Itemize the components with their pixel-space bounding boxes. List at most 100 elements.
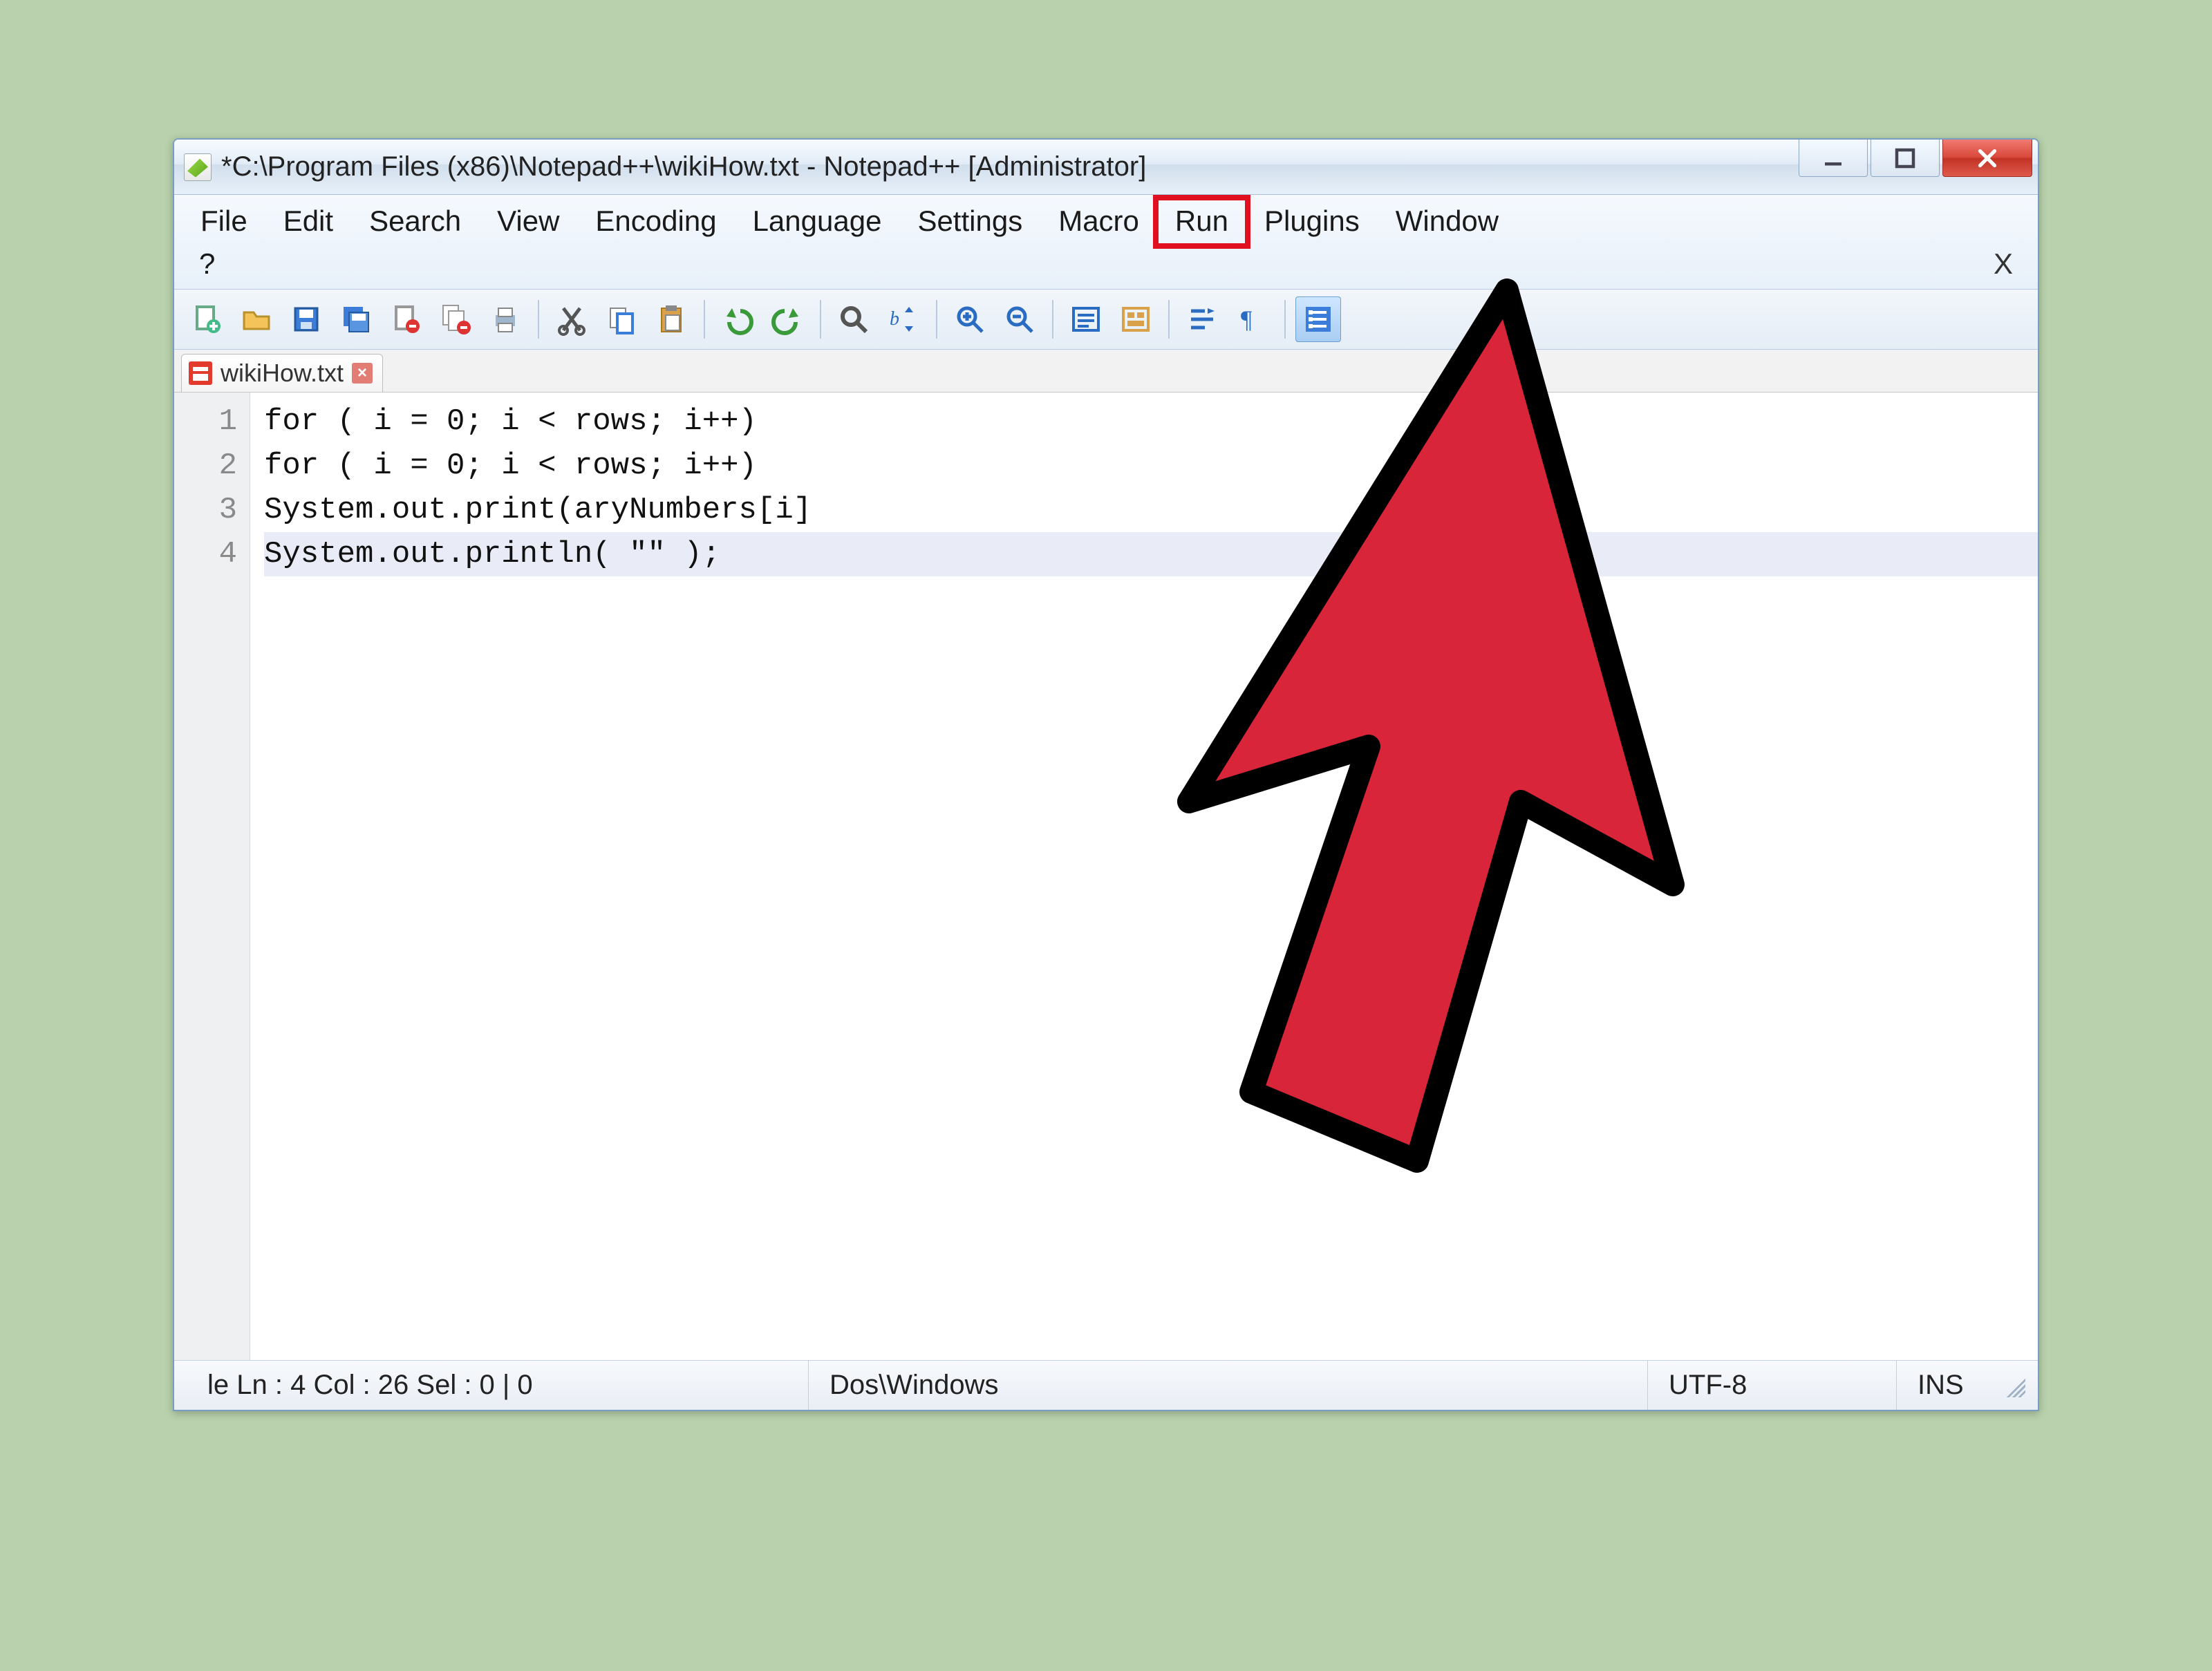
function-list-button[interactable] [1295, 296, 1341, 342]
menu-plugins[interactable]: Plugins [1246, 199, 1378, 245]
pilcrow-button[interactable]: ¶ [1229, 296, 1275, 342]
print-icon [489, 303, 522, 336]
minimize-icon [1821, 146, 1846, 171]
copy-button[interactable] [599, 296, 644, 342]
menu-help[interactable]: ? [187, 245, 227, 283]
titlebar[interactable]: *C:\Program Files (x86)\Notepad++\wikiHo… [174, 140, 2038, 195]
line-number-gutter: 1234 [174, 393, 250, 1360]
minimize-button[interactable] [1799, 140, 1868, 177]
menu-file[interactable]: File [182, 199, 265, 245]
maximize-icon [1893, 146, 1918, 171]
print-button[interactable] [482, 296, 528, 342]
code-line[interactable]: System.out.print(aryNumbers[i] [264, 488, 2038, 532]
tab-close-button[interactable]: × [352, 363, 373, 384]
code-line[interactable]: for ( i = 0; i < rows; i++) [264, 444, 2038, 488]
show-all-button[interactable] [1113, 296, 1159, 342]
cut-button[interactable] [549, 296, 594, 342]
window-title: *C:\Program Files (x86)\Notepad++\wikiHo… [221, 151, 1799, 182]
menu-search[interactable]: Search [351, 199, 479, 245]
unsaved-icon [189, 361, 212, 385]
zoom-in-button[interactable] [947, 296, 993, 342]
undo-button[interactable] [715, 296, 760, 342]
zoom-in-icon [953, 303, 986, 336]
statusbar: le Ln : 4 Col : 26 Sel : 0 | 0 Dos\Windo… [174, 1360, 2038, 1410]
status-position: le Ln : 4 Col : 26 Sel : 0 | 0 [187, 1361, 809, 1410]
close-button[interactable] [1942, 140, 2032, 177]
status-mode: INS [1897, 1361, 1994, 1410]
code-area[interactable]: for ( i = 0; i < rows; i++)for ( i = 0; … [250, 393, 2038, 1360]
menu-macro[interactable]: Macro [1040, 199, 1157, 245]
toolbar-separator [538, 300, 539, 339]
app-icon [184, 153, 212, 181]
status-encoding: UTF-8 [1648, 1361, 1897, 1410]
svg-text:¶: ¶ [1241, 305, 1252, 333]
toolbar: b¶ [174, 290, 2038, 350]
pilcrow-icon: ¶ [1235, 303, 1268, 336]
notepadpp-window: *C:\Program Files (x86)\Notepad++\wikiHo… [173, 138, 2039, 1411]
toolbar-separator [936, 300, 937, 339]
wrap-icon [1069, 303, 1103, 336]
show-all-icon [1119, 303, 1152, 336]
find-icon [837, 303, 870, 336]
close-file-button[interactable] [383, 296, 429, 342]
window-buttons [1799, 140, 2038, 194]
menu-row: FileEditSearchViewEncodingLanguageSettin… [182, 199, 2030, 245]
code-line[interactable]: for ( i = 0; i < rows; i++) [264, 399, 2038, 444]
function-list-icon [1302, 303, 1335, 336]
tab-filename: wikiHow.txt [221, 359, 344, 388]
menu-settings[interactable]: Settings [899, 199, 1040, 245]
maximize-button[interactable] [1871, 140, 1940, 177]
redo-icon [771, 303, 804, 336]
status-eol: Dos\Windows [809, 1361, 1648, 1410]
toolbar-separator [820, 300, 821, 339]
tabbar: wikiHow.txt × [174, 350, 2038, 393]
code-line[interactable]: System.out.println( "" ); [264, 532, 2038, 576]
menu-close-x[interactable]: X [1985, 245, 2021, 283]
save-button[interactable] [283, 296, 329, 342]
paste-icon [655, 303, 688, 336]
zoom-out-icon [1003, 303, 1036, 336]
line-number: 1 [174, 399, 237, 444]
new-file-icon [190, 303, 223, 336]
wrap-button[interactable] [1063, 296, 1109, 342]
copy-icon [605, 303, 638, 336]
line-number: 3 [174, 488, 237, 532]
indent-guide-button[interactable] [1179, 296, 1225, 342]
line-number: 4 [174, 532, 237, 576]
save-all-icon [339, 303, 373, 336]
save-icon [290, 303, 323, 336]
close-file-icon [389, 303, 422, 336]
find-replace-icon: b [887, 303, 920, 336]
close-icon [1975, 146, 2000, 171]
menu-language[interactable]: Language [735, 199, 900, 245]
indent-guide-icon [1185, 303, 1219, 336]
redo-button[interactable] [765, 296, 810, 342]
undo-icon [721, 303, 754, 336]
find-replace-button[interactable]: b [881, 296, 926, 342]
cut-icon [555, 303, 588, 336]
toolbar-separator [1284, 300, 1286, 339]
open-file-button[interactable] [234, 296, 279, 342]
svg-text:b: b [890, 308, 899, 330]
menu-run[interactable]: Run [1157, 199, 1246, 245]
menu-window[interactable]: Window [1378, 199, 1517, 245]
open-file-icon [240, 303, 273, 336]
menu-encoding[interactable]: Encoding [577, 199, 734, 245]
close-all-icon [439, 303, 472, 336]
resize-grip-icon[interactable] [2002, 1374, 2025, 1397]
toolbar-separator [1168, 300, 1170, 339]
menubar: FileEditSearchViewEncodingLanguageSettin… [174, 195, 2038, 290]
close-all-button[interactable] [433, 296, 478, 342]
zoom-out-button[interactable] [997, 296, 1042, 342]
paste-button[interactable] [648, 296, 694, 342]
menu-edit[interactable]: Edit [265, 199, 351, 245]
new-file-button[interactable] [184, 296, 229, 342]
file-tab[interactable]: wikiHow.txt × [181, 354, 383, 392]
toolbar-separator [704, 300, 705, 339]
save-all-button[interactable] [333, 296, 379, 342]
toolbar-separator [1052, 300, 1053, 339]
menu-view[interactable]: View [479, 199, 577, 245]
line-number: 2 [174, 444, 237, 488]
editor[interactable]: 1234 for ( i = 0; i < rows; i++)for ( i … [174, 393, 2038, 1360]
find-button[interactable] [831, 296, 877, 342]
